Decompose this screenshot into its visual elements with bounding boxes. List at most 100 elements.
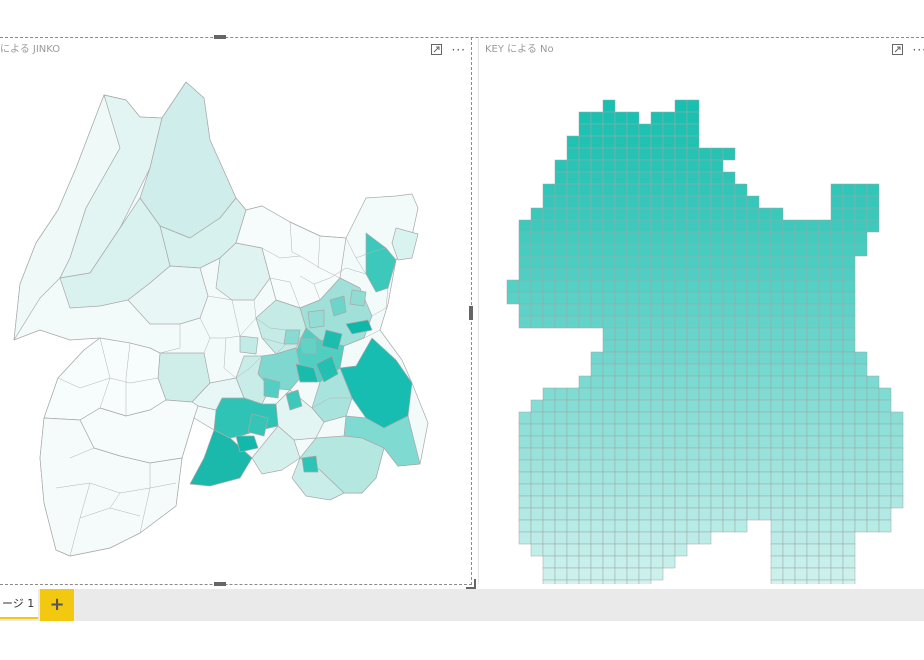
grid-cell: [530, 447, 544, 461]
grid-cell: [734, 219, 748, 233]
grid-cell: [758, 495, 772, 509]
grid-cell: [602, 543, 616, 557]
visual-no-grid-map[interactable]: KEY による No ···: [478, 38, 924, 584]
grid-cell: [770, 387, 784, 401]
grid-cell: [578, 135, 592, 149]
grid-cell: [818, 267, 832, 281]
grid-cell: [662, 279, 676, 293]
grid-cell: [758, 279, 772, 293]
grid-cell: [794, 327, 808, 341]
grid-cell: [746, 423, 760, 437]
grid-cell: [686, 219, 700, 233]
grid-cell: [602, 183, 616, 197]
grid-cell: [602, 315, 616, 329]
grid-cell: [590, 471, 604, 485]
grid-cell: [734, 423, 748, 437]
grid-cell: [746, 303, 760, 317]
grid-cell: [806, 279, 820, 293]
grid-cell: [710, 423, 724, 437]
grid-cell: [794, 567, 808, 581]
grid-cell: [806, 423, 820, 437]
grid-cell: [710, 411, 724, 425]
grid-cell: [566, 471, 580, 485]
grid-cell: [758, 399, 772, 413]
grid-cell: [638, 519, 652, 533]
tab-page-1[interactable]: ージ 1: [0, 589, 38, 619]
grid-cell: [746, 375, 760, 389]
grid-cell: [698, 387, 712, 401]
grid-cell: [686, 159, 700, 173]
visual-jinko-map[interactable]: による JINKO ···: [0, 38, 471, 584]
grid-cell: [734, 315, 748, 329]
grid-cell: [638, 579, 652, 584]
grid-cell: [734, 363, 748, 377]
grid-cell: [758, 315, 772, 329]
grid-cell: [590, 219, 604, 233]
grid-cell: [590, 447, 604, 461]
grid-cell: [734, 195, 748, 209]
grid-cell: [698, 159, 712, 173]
grid-cell: [698, 435, 712, 449]
grid-cell: [578, 543, 592, 557]
grid-cell: [638, 243, 652, 257]
grid-cell: [866, 507, 880, 521]
grid-cell: [734, 267, 748, 281]
grid-cell: [530, 531, 544, 545]
grid-cell: [722, 351, 736, 365]
add-page-button[interactable]: +: [40, 589, 74, 621]
grid-cell: [566, 231, 580, 245]
grid-cell: [590, 507, 604, 521]
grid-cell: [638, 543, 652, 557]
grid-cell: [830, 339, 844, 353]
grid-cell: [662, 111, 676, 125]
grid-cell: [758, 351, 772, 365]
grid-cell: [734, 471, 748, 485]
grid-cell: [518, 255, 532, 269]
grid-cell: [578, 159, 592, 173]
grid-cell: [662, 267, 676, 281]
grid-cell: [782, 231, 796, 245]
grid-cell: [782, 339, 796, 353]
grid-cell: [602, 123, 616, 137]
grid-cell: [542, 267, 556, 281]
grid-cell: [614, 399, 628, 413]
grid-cell: [830, 183, 844, 197]
grid-cell: [722, 279, 736, 293]
grid-cell: [818, 315, 832, 329]
grid-cell: [722, 375, 736, 389]
grid-cell: [566, 315, 580, 329]
grid-cell: [614, 579, 628, 584]
grid-cell: [734, 459, 748, 473]
grid-cell: [746, 243, 760, 257]
grid-cell: [626, 387, 640, 401]
grid-cell: [602, 387, 616, 401]
grid-cell: [626, 411, 640, 425]
grid-cell: [782, 423, 796, 437]
grid-cell: [782, 375, 796, 389]
grid-cell: [638, 495, 652, 509]
grid-cell: [554, 459, 568, 473]
grid-cell: [566, 399, 580, 413]
grid-cell: [722, 243, 736, 257]
grid-cell: [770, 519, 784, 533]
grid-cell: [590, 315, 604, 329]
grid-cell: [554, 255, 568, 269]
grid-cell: [710, 459, 724, 473]
grid-cell: [842, 303, 856, 317]
grid-cell: [626, 375, 640, 389]
grid-cell: [542, 303, 556, 317]
grid-cell: [842, 507, 856, 521]
grid-cell: [782, 255, 796, 269]
grid-cell: [578, 519, 592, 533]
grid-cell: [878, 459, 892, 473]
grid-cell: [842, 195, 856, 209]
grid-cell: [662, 171, 676, 185]
grid-cell: [614, 159, 628, 173]
grid-cell: [626, 159, 640, 173]
grid-cell: [854, 219, 868, 233]
grid-cell: [710, 363, 724, 377]
grid-cell: [518, 435, 532, 449]
grid-cell: [734, 411, 748, 425]
grid-cell: [746, 507, 760, 521]
grid-cell: [638, 423, 652, 437]
